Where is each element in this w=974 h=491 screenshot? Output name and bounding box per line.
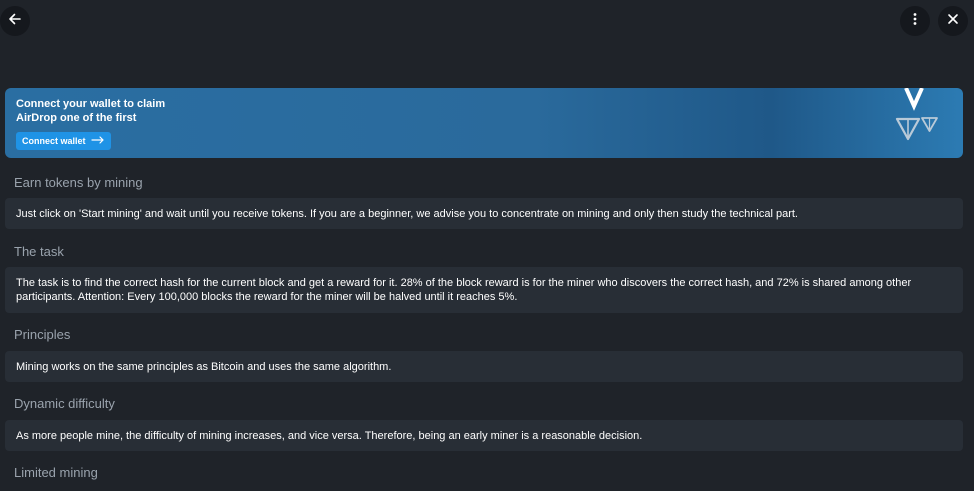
arrow-left-icon (7, 11, 23, 32)
close-icon (945, 11, 961, 32)
more-vertical-icon (907, 11, 923, 32)
airdrop-banner: Connect your wallet to claim AirDrop one… (5, 88, 963, 158)
section-card-the-task: The task is to find the correct hash for… (5, 267, 963, 313)
section-title-principles: Principles (14, 327, 71, 342)
section-title-the-task: The task (14, 244, 64, 259)
connect-wallet-label: Connect wallet (22, 136, 86, 146)
connect-wallet-button[interactable]: Connect wallet (16, 132, 111, 150)
close-button[interactable] (938, 6, 968, 36)
banner-title: Connect your wallet to claim AirDrop one… (16, 97, 276, 125)
section-card-dynamic-difficulty: As more people mine, the difficulty of m… (5, 420, 963, 451)
arrow-right-icon (90, 136, 105, 146)
section-title-limited-mining: Limited mining (14, 465, 98, 480)
section-card-principles: Mining works on the same principles as B… (5, 351, 963, 382)
banner-title-line2: AirDrop one of the first (16, 112, 137, 124)
banner-title-line1: Connect your wallet to claim (16, 98, 166, 110)
section-title-dynamic-difficulty: Dynamic difficulty (14, 396, 115, 411)
section-text-principles: Mining works on the same principles as B… (16, 360, 392, 373)
section-title-earn-tokens: Earn tokens by mining (14, 175, 143, 190)
section-text-the-task: The task is to find the correct hash for… (16, 277, 912, 303)
top-bar (0, 0, 974, 44)
section-text-earn-tokens: Just click on 'Start mining' and wait un… (16, 207, 798, 220)
back-button[interactable] (0, 6, 30, 36)
section-text-dynamic-difficulty: As more people mine, the difficulty of m… (16, 429, 643, 442)
section-card-earn-tokens: Just click on 'Start mining' and wait un… (5, 198, 963, 229)
ton-logo-icon (883, 88, 963, 158)
more-menu-button[interactable] (900, 6, 930, 36)
